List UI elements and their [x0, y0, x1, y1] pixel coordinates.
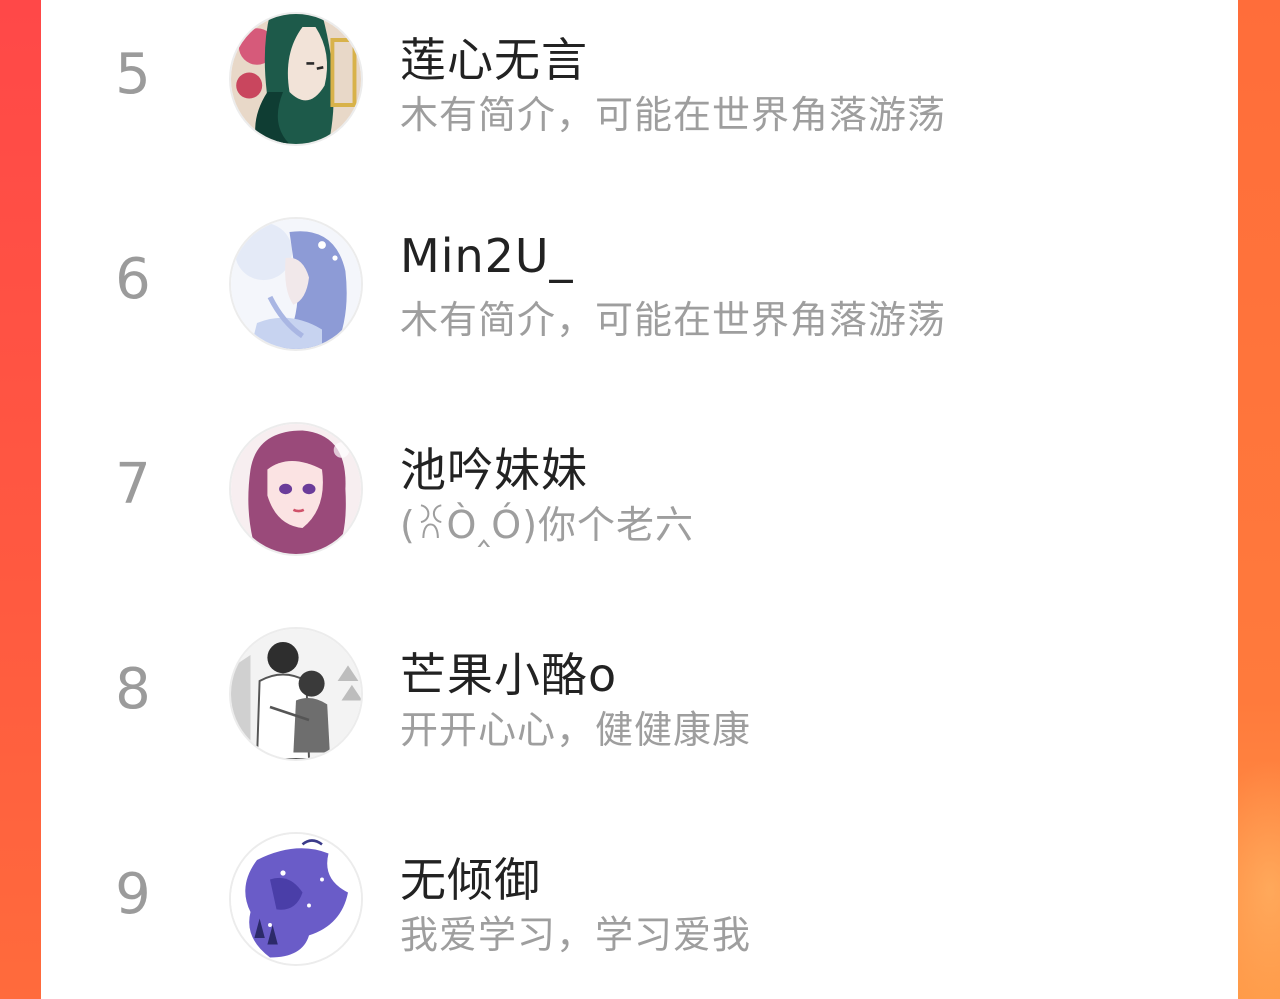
left-accent-border — [0, 0, 41, 999]
rank-number: 5 — [115, 42, 151, 107]
user-bio: 开开心心，健健康康 — [400, 708, 752, 752]
ranking-row-5[interactable]: 5 莲心无言 木有简介，可能在世界角落游荡 — [41, 0, 1238, 150]
avatar-blue-hair-boy-icon[interactable] — [229, 217, 363, 351]
user-name[interactable]: 莲心无言 — [400, 24, 588, 90]
ranking-row-7[interactable]: 7 池吟妹妹 (ꐦÒ‸Ó)你个老六 — [41, 410, 1238, 560]
user-name[interactable]: 池吟妹妹 — [400, 434, 588, 500]
rank-number: 7 — [115, 452, 151, 517]
user-name[interactable]: Min2U_ — [400, 229, 574, 283]
rank-number: 9 — [115, 862, 151, 927]
avatar-purple-night-scene-icon[interactable] — [229, 832, 363, 966]
ranking-row-6[interactable]: 6 Min2U_ 木有简介，可能在世界角落游荡 — [41, 205, 1238, 355]
avatar-green-hair-girl-icon[interactable] — [229, 12, 363, 146]
right-accent-border — [1238, 0, 1280, 999]
user-name[interactable]: 芒果小酪o — [400, 639, 617, 705]
avatar-pink-hair-girl-icon[interactable] — [229, 422, 363, 556]
avatar-manga-couple-icon[interactable] — [229, 627, 363, 761]
rank-number: 6 — [115, 247, 151, 312]
user-bio: 木有简介，可能在世界角落游荡 — [400, 93, 947, 137]
user-bio: 木有简介，可能在世界角落游荡 — [400, 298, 947, 342]
ranking-list-panel: 5 莲心无言 木有简介，可能在世界角落游荡 6 Min2U_ 木有简介，可能在世… — [41, 0, 1238, 999]
user-bio: (ꐦÒ‸Ó)你个老六 — [400, 503, 695, 547]
rank-number: 8 — [115, 657, 151, 722]
ranking-row-8[interactable]: 8 芒果小酪o 开开心心，健健康康 — [41, 615, 1238, 765]
user-name[interactable]: 无倾御 — [400, 844, 541, 910]
ranking-row-9[interactable]: 9 无倾御 我爱学习，学习爱我 — [41, 820, 1238, 970]
user-bio: 我爱学习，学习爱我 — [400, 913, 752, 957]
